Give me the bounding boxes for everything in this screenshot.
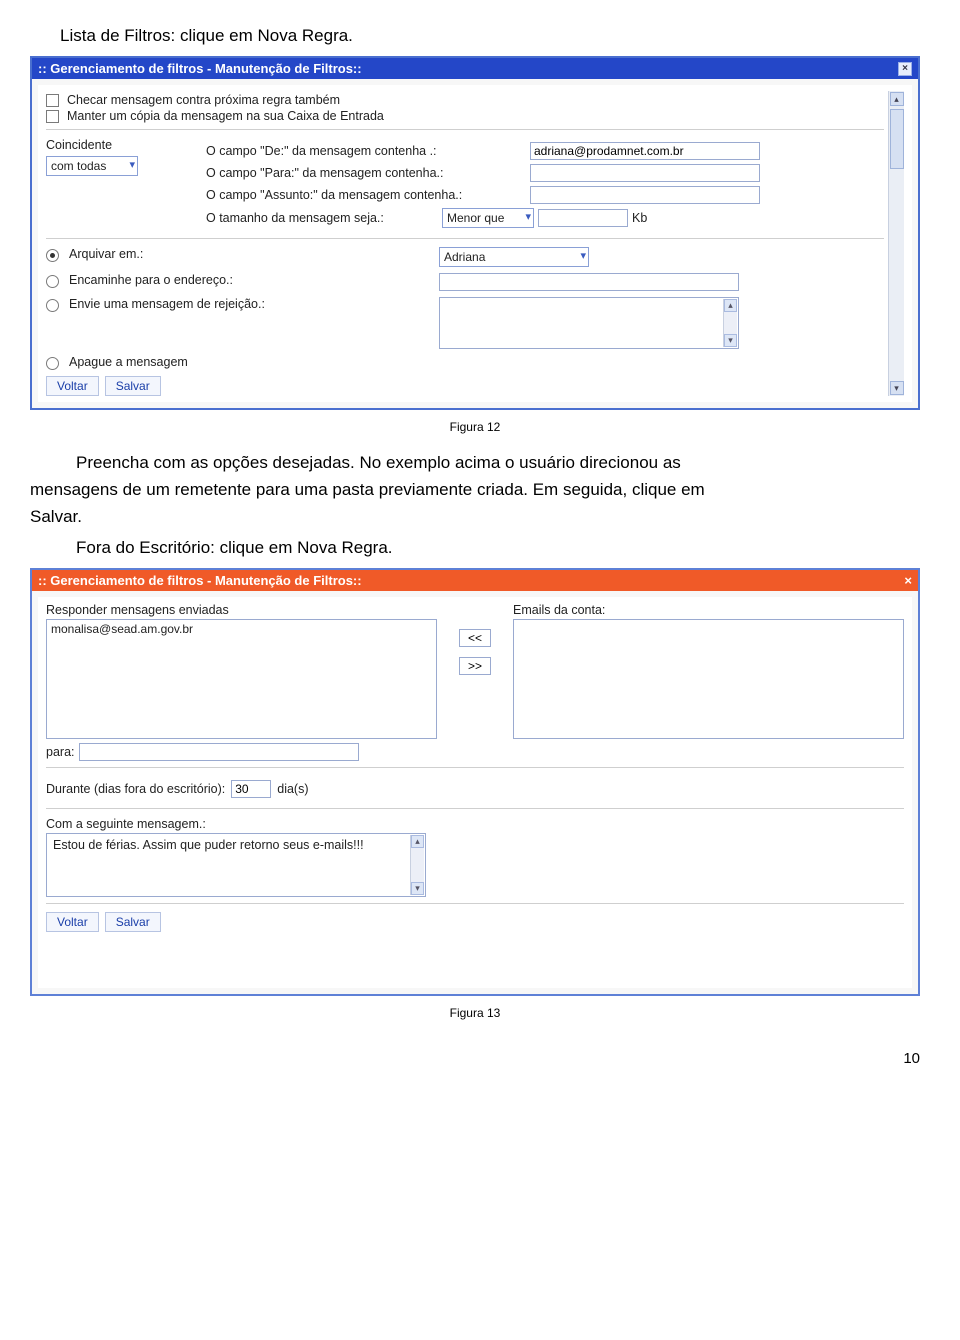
days-input[interactable] <box>231 780 271 798</box>
radio-reject[interactable] <box>46 299 59 312</box>
size-op-select-value: Menor que <box>447 211 504 225</box>
title-text-1: :: Gerenciamento de filtros - Manutenção… <box>38 61 362 76</box>
body-para-1a: Preencha com as opções desejadas. No exe… <box>30 452 920 475</box>
textarea-scrollbar[interactable]: ▴▾ <box>723 299 737 347</box>
to-field-label: O campo "Para:" da mensagem contenha.: <box>206 166 526 180</box>
figure-caption-2: Figura 13 <box>30 1006 920 1020</box>
body-para-2: Fora do Escritório: clique em Nova Regra… <box>30 537 920 560</box>
radio-forward-label: Encaminhe para o endereço.: <box>69 273 429 287</box>
radio-archive-label: Arquivar em.: <box>69 247 429 261</box>
window-scrollbar[interactable]: ▴ ▾ <box>888 91 904 396</box>
salvar-button[interactable]: Salvar <box>105 376 161 396</box>
textarea-scrollbar[interactable]: ▴▾ <box>410 835 424 895</box>
archive-folder-value: Adriana <box>444 250 485 264</box>
scroll-down-icon[interactable]: ▾ <box>890 381 904 395</box>
days-suffix-label: dia(s) <box>277 782 308 796</box>
size-field-label: O tamanho da mensagem seja.: <box>206 211 438 225</box>
checkbox-next-rule[interactable] <box>46 94 59 107</box>
divider <box>46 238 884 239</box>
forward-address-input[interactable] <box>439 273 739 291</box>
archive-folder-select[interactable]: Adriana <box>439 247 589 267</box>
checkbox-keep-copy-label: Manter um cópia da mensagem na sua Caixa… <box>67 109 384 123</box>
figure-caption-1: Figura 12 <box>30 420 920 434</box>
title-text-2: :: Gerenciamento de filtros - Manutenção… <box>38 573 362 588</box>
list-item[interactable]: monalisa@sead.am.gov.br <box>51 622 432 636</box>
to-field-input[interactable] <box>530 164 760 182</box>
subject-field-label: O campo "Assunto:" da mensagem contenha.… <box>206 188 526 202</box>
filter-window-2: :: Gerenciamento de filtros - Manutenção… <box>30 568 920 996</box>
para-input[interactable] <box>79 743 359 761</box>
divider <box>46 767 904 768</box>
days-prefix-label: Durante (dias fora do escritório): <box>46 782 225 796</box>
para-label: para: <box>46 745 75 759</box>
close-icon[interactable]: × <box>904 573 912 588</box>
from-field-input[interactable] <box>530 142 760 160</box>
coincidente-select-value: com todas <box>51 159 106 173</box>
intro-text: Lista de Filtros: clique em Nova Regra. <box>60 26 920 46</box>
from-field-label: O campo "De:" da mensagem contenha .: <box>206 144 526 158</box>
titlebar-1: :: Gerenciamento de filtros - Manutenção… <box>32 58 918 79</box>
size-op-select[interactable]: Menor que <box>442 208 534 228</box>
move-left-button[interactable]: << <box>459 629 491 647</box>
reject-message-textarea[interactable]: ▴▾ <box>439 297 739 349</box>
move-right-button[interactable]: >> <box>459 657 491 675</box>
account-emails-label: Emails da conta: <box>513 603 904 617</box>
divider <box>46 903 904 904</box>
filter-window-1: :: Gerenciamento de filtros - Manutenção… <box>30 56 920 410</box>
body-para-1b: mensagens de um remetente para uma pasta… <box>30 479 920 502</box>
reply-sent-listbox[interactable]: monalisa@sead.am.gov.br <box>46 619 437 739</box>
checkbox-keep-copy[interactable] <box>46 110 59 123</box>
scroll-thumb[interactable] <box>890 109 904 169</box>
size-unit-label: Kb <box>632 211 647 225</box>
divider <box>46 129 884 130</box>
titlebar-2: :: Gerenciamento de filtros - Manutenção… <box>32 570 918 591</box>
size-value-input[interactable] <box>538 209 628 227</box>
radio-delete-label: Apague a mensagem <box>69 355 429 369</box>
checkbox-next-rule-label: Checar mensagem contra próxima regra tam… <box>67 93 340 107</box>
salvar-button[interactable]: Salvar <box>105 912 161 932</box>
subject-field-input[interactable] <box>530 186 760 204</box>
message-label: Com a seguinte mensagem.: <box>46 817 904 831</box>
voltar-button[interactable]: Voltar <box>46 376 99 396</box>
coincidente-label: Coincidente <box>46 138 206 152</box>
close-icon[interactable]: × <box>898 62 912 76</box>
radio-reject-label: Envie uma mensagem de rejeição.: <box>69 297 429 311</box>
coincidente-select[interactable]: com todas <box>46 156 138 176</box>
radio-forward[interactable] <box>46 275 59 288</box>
message-text: Estou de férias. Assim que puder retorno… <box>53 838 364 852</box>
account-emails-listbox[interactable] <box>513 619 904 739</box>
page-number: 10 <box>30 1050 920 1067</box>
radio-delete[interactable] <box>46 357 59 370</box>
radio-archive[interactable] <box>46 249 59 262</box>
out-of-office-message-textarea[interactable]: Estou de férias. Assim que puder retorno… <box>46 833 426 897</box>
body-para-1c: Salvar. <box>30 506 920 529</box>
voltar-button[interactable]: Voltar <box>46 912 99 932</box>
reply-sent-label: Responder mensagens enviadas <box>46 603 437 617</box>
divider <box>46 808 904 809</box>
scroll-up-icon[interactable]: ▴ <box>890 92 904 106</box>
